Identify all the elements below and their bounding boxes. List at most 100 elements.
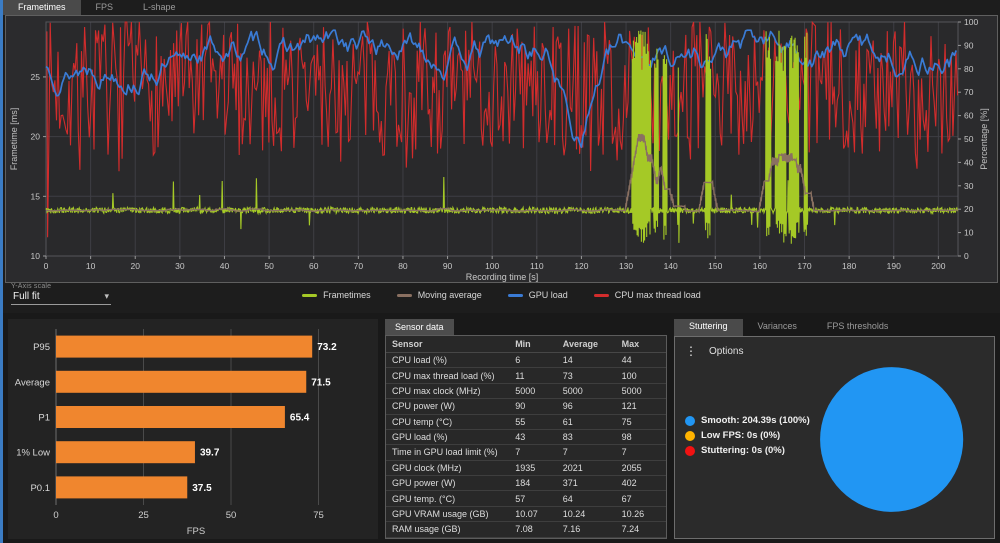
y-axis-scale-label: Y-Axis scale [11, 283, 111, 290]
bar-x-tick: 25 [138, 510, 149, 521]
legend-item-cpu-max-thread-load: CPU max thread load [594, 290, 701, 300]
bar-value-label: 65.4 [290, 413, 310, 424]
pie-legend-label: Smooth: 204.39s (100%) [701, 415, 810, 426]
x-tick: 140 [664, 261, 678, 271]
table-cell: 7 [616, 445, 666, 460]
table-cell: 11 [509, 368, 557, 383]
table-cell: 7.08 [509, 522, 557, 537]
bar-p95 [56, 336, 312, 358]
bar-1-low [56, 441, 195, 463]
table-row: CPU temp (°C)556175 [386, 414, 666, 429]
sensor-table-header-row: SensorMinAverageMax [386, 336, 666, 353]
tab-l-shape[interactable]: L-shape [128, 0, 191, 15]
legend-label: Frametimes [323, 290, 371, 300]
table-cell: 402 [616, 476, 666, 491]
table-row: GPU VRAM usage (GB)10.0710.2410.26 [386, 506, 666, 521]
table-cell: GPU VRAM usage (GB) [386, 506, 509, 521]
bar-x-tick: 50 [226, 510, 237, 521]
stuttering-panel: StutteringVariancesFPS thresholds ⋮ Opti… [674, 319, 995, 539]
bar-value-label: 73.2 [317, 342, 337, 353]
frametime-chart: 1015202501020304050607080901000102030405… [6, 16, 998, 282]
table-row: Time in GPU load limit (%)777 [386, 445, 666, 460]
table-cell: 64 [557, 491, 616, 506]
table-cell: 90 [509, 399, 557, 414]
tab-sensor-data[interactable]: Sensor data [385, 319, 454, 335]
fps-percentile-panel: 0255075P9573.2Average71.5P165.41% Low39.… [8, 319, 378, 539]
x-tick: 20 [131, 261, 141, 271]
table-cell: 10.24 [557, 506, 616, 521]
bar-category-label: P95 [33, 342, 50, 353]
x-tick: 200 [931, 261, 945, 271]
table-cell: 5000 [509, 383, 557, 398]
table-row: GPU temp. (°C)576467 [386, 491, 666, 506]
options-label: Options [709, 346, 743, 357]
y-right-tick: 20 [964, 204, 974, 214]
table-row: RAM usage (GB)7.087.167.24 [386, 522, 666, 537]
table-cell: 43 [509, 429, 557, 444]
y-left-axis-label: Frametime [ms] [9, 108, 19, 171]
table-cell: RAM usage (GB) [386, 522, 509, 537]
pie-legend-item-stuttering: Stuttering: 0s (0%) [685, 445, 810, 456]
table-row: GPU load (%)438398 [386, 429, 666, 444]
table-cell: GPU power (W) [386, 476, 509, 491]
x-tick: 160 [753, 261, 767, 271]
x-tick: 170 [797, 261, 811, 271]
y-right-tick: 40 [964, 157, 974, 167]
pie-legend-dot [685, 446, 695, 456]
x-tick: 0 [44, 261, 49, 271]
x-tick: 120 [574, 261, 588, 271]
pie-legend-label: Low FPS: 0s (0%) [701, 430, 780, 441]
table-cell: 83 [557, 429, 616, 444]
pie-slice-smooth [820, 367, 963, 512]
legend-label: Moving average [418, 290, 482, 300]
legend-swatch [508, 294, 523, 297]
x-tick: 100 [485, 261, 499, 271]
bar-category-label: P0.1 [30, 483, 50, 494]
table-row: CPU load (%)61444 [386, 353, 666, 368]
tab-stuttering[interactable]: Stuttering [674, 319, 743, 336]
table-cell: 67 [616, 491, 666, 506]
table-cell: 184 [509, 476, 557, 491]
legend-item-gpu-load: GPU load [508, 290, 568, 300]
tab-fps-thresholds[interactable]: FPS thresholds [812, 319, 904, 336]
pie-legend-label: Stuttering: 0s (0%) [701, 445, 785, 456]
y-left-tick: 10 [31, 251, 41, 261]
table-cell: 100 [616, 368, 666, 383]
table-cell: 1935 [509, 460, 557, 475]
table-cell: 10.26 [616, 506, 666, 521]
table-row: GPU clock (MHz)193520212055 [386, 460, 666, 475]
bar-value-label: 71.5 [311, 377, 331, 388]
bar-p1 [56, 406, 285, 428]
legend-swatch [302, 294, 317, 297]
table-cell: 2021 [557, 460, 616, 475]
table-cell: 6 [509, 353, 557, 368]
tab-fps[interactable]: FPS [81, 0, 129, 15]
column-header: Sensor [386, 336, 509, 353]
table-cell: 5000 [616, 383, 666, 398]
table-cell: GPU temp. (°C) [386, 491, 509, 506]
bar-category-label: 1% Low [16, 448, 50, 459]
table-cell: Time in GPU load limit (%) [386, 445, 509, 460]
table-cell: 75 [616, 414, 666, 429]
tab-variances[interactable]: Variances [743, 319, 812, 336]
options-button[interactable]: ⋮ Options [685, 345, 743, 357]
tab-frametimes[interactable]: Frametimes [3, 0, 81, 15]
column-header: Min [509, 336, 557, 353]
table-cell: 44 [616, 353, 666, 368]
frametime-chart-panel: 1015202501020304050607080901000102030405… [5, 15, 998, 283]
table-cell: CPU max thread load (%) [386, 368, 509, 383]
y-right-tick: 100 [964, 17, 978, 27]
pie-legend-item-low-fps: Low FPS: 0s (0%) [685, 430, 810, 441]
sensor-table-container: SensorMinAverageMax CPU load (%)61444CPU… [385, 335, 667, 539]
stuttering-tabbar: StutteringVariancesFPS thresholds [674, 319, 995, 336]
legend-label: CPU max thread load [615, 290, 701, 300]
y-right-tick: 80 [964, 64, 974, 74]
bar-value-label: 37.5 [192, 483, 212, 494]
x-tick: 10 [86, 261, 96, 271]
y-right-tick: 0 [964, 251, 969, 261]
table-cell: 2055 [616, 460, 666, 475]
y-right-tick: 90 [964, 40, 974, 50]
window-content: FrametimesFPSL-shape 1015202501020304050… [3, 0, 1000, 543]
table-cell: 7 [557, 445, 616, 460]
table-cell: GPU load (%) [386, 429, 509, 444]
